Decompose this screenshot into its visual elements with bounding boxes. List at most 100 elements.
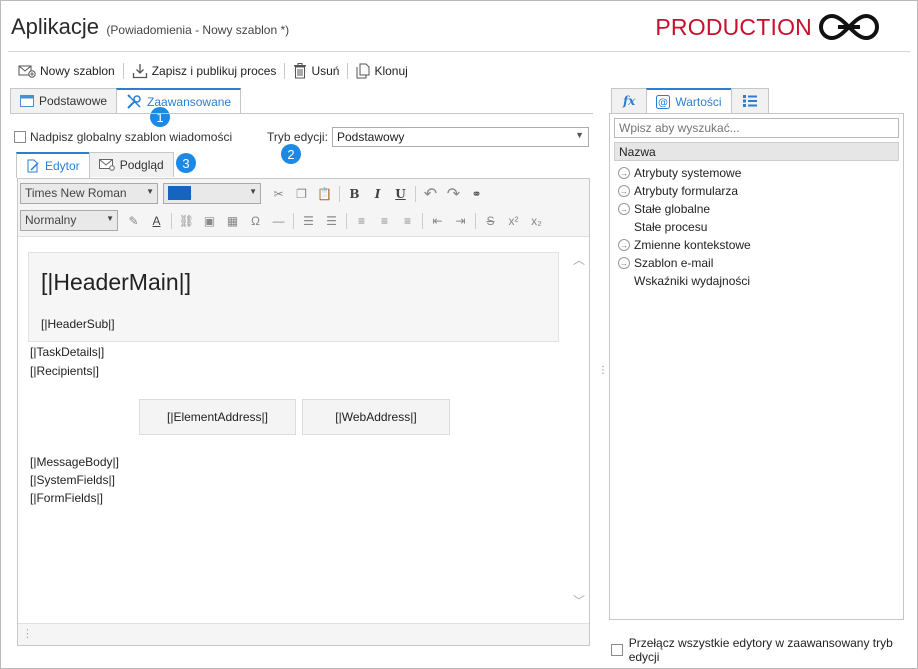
font-color-icon[interactable]: A [145, 211, 168, 231]
new-mail-icon [18, 65, 36, 78]
fx-icon: fx [623, 94, 636, 108]
chevron-down-icon: ▼ [146, 187, 154, 196]
new-template-label: Nowy szablon [40, 64, 115, 78]
copy-icon[interactable]: ❐ [290, 184, 313, 204]
insert-image-icon[interactable]: ▣ [198, 211, 221, 231]
find-binoculars-icon[interactable]: ⚭ [465, 184, 488, 204]
app-subtitle: (Powiadomienia - Nowy szablon *) [106, 23, 290, 37]
expand-arrow-icon[interactable]: → [618, 239, 630, 251]
expand-arrow-icon[interactable]: → [618, 257, 630, 269]
toolbar-separator [415, 186, 416, 202]
chevron-down-icon: ▼ [575, 130, 584, 140]
editor-scrollbar[interactable]: ︿ ﹀ [569, 237, 589, 623]
clone-label: Klonuj [374, 64, 408, 78]
bullet-list-icon[interactable]: ☰ [320, 211, 343, 231]
values-tree: → Atrybuty systemowe → Atrybuty formularza →… [618, 164, 751, 290]
window-title: Aplikacje (Powiadomienia - Nowy szablon … [11, 14, 289, 40]
undo-icon[interactable]: ↶ [419, 184, 442, 204]
clone-button[interactable]: Klonuj [352, 63, 411, 79]
delete-label: Usuń [311, 64, 340, 78]
toolbar-separator [475, 213, 476, 229]
tools-icon [127, 94, 141, 109]
mail-preview-icon [98, 159, 115, 171]
system-fields-placeholder: [|SystemFields|] [30, 473, 115, 487]
expand-arrow-icon[interactable]: → [618, 167, 630, 179]
paragraph-style-select[interactable]: Normalny ▼ [20, 210, 118, 231]
redo-icon[interactable]: ↷ [442, 184, 465, 204]
expand-arrow-icon[interactable]: → [618, 185, 630, 197]
values-tree-item[interactable]: → Stałe globalne [618, 200, 751, 218]
values-tree-item[interactable]: → Szablon e-mail [618, 254, 751, 272]
values-tree-item[interactable]: → Atrybuty formularza [618, 182, 751, 200]
delete-button[interactable]: Usuń [289, 63, 343, 79]
insert-link-icon[interactable]: ⛓ [175, 211, 198, 231]
underline-icon[interactable]: U [389, 184, 412, 204]
values-search-input[interactable] [614, 118, 899, 138]
tab-functions[interactable]: fx [611, 88, 648, 113]
tab-list[interactable] [730, 88, 769, 113]
rich-text-editor: Times New Roman ▼ 12pt ▼ ✂ ❐ 📋 B I U ↶ ↷… [17, 178, 590, 646]
expand-arrow-icon[interactable]: → [618, 203, 630, 215]
align-center-icon[interactable]: ≡ [373, 211, 396, 231]
toggle-all-editors-checkbox[interactable] [611, 644, 623, 656]
override-checkbox[interactable] [14, 131, 26, 143]
values-tree-item[interactable]: Wskaźniki wydajności [618, 272, 751, 290]
font-family-select[interactable]: Times New Roman ▼ [20, 183, 158, 204]
scroll-down-icon[interactable]: ﹀ [573, 592, 585, 609]
italic-icon[interactable]: I [366, 184, 389, 204]
values-tree-item-label: Atrybuty systemowe [634, 166, 742, 180]
window-icon [20, 95, 34, 107]
paste-icon[interactable]: 📋 [313, 184, 336, 204]
special-char-icon[interactable]: Ω [244, 211, 267, 231]
step-badge-2: 2 [281, 144, 301, 164]
title-divider [8, 51, 910, 52]
tab-editor[interactable]: Edytor [16, 152, 90, 178]
values-column-header[interactable]: Nazwa [614, 142, 899, 161]
edit-mode-select[interactable]: Podstawowy ▼ [332, 127, 589, 147]
strikethrough-icon[interactable]: S [479, 211, 502, 231]
insert-table-icon[interactable]: ▦ [221, 211, 244, 231]
tab-advanced[interactable]: Zaawansowane [116, 88, 242, 114]
font-size-select[interactable]: 12pt ▼ [163, 183, 261, 204]
editor-statusbar: ⋮ [18, 623, 589, 645]
override-option[interactable]: Nadpisz globalny szablon wiadomości [14, 130, 232, 144]
cut-icon[interactable]: ✂ [267, 184, 290, 204]
tab-basic[interactable]: Podstawowe [10, 88, 118, 113]
edit-mode-label: Tryb edycji: [267, 130, 328, 144]
font-size-value: 12pt [168, 186, 192, 200]
recipients-placeholder: [|Recipients|] [30, 364, 99, 378]
bold-icon[interactable]: B [343, 184, 366, 204]
resize-grip-icon[interactable]: ⋮ [22, 627, 33, 640]
horizontal-rule-icon[interactable]: — [267, 211, 290, 231]
indent-icon[interactable]: ⇥ [449, 211, 472, 231]
values-tree-item-label: Wskaźniki wydajności [634, 274, 751, 288]
align-left-icon[interactable]: ≡ [350, 211, 373, 231]
at-sign-icon: @ [656, 95, 671, 109]
highlight-pen-icon[interactable]: ✎ [122, 211, 145, 231]
superscript-icon[interactable]: x² [502, 211, 525, 231]
save-publish-label: Zapisz i publikuj proces [151, 64, 277, 78]
toolbar-separator [339, 186, 340, 202]
toolbar-separator [171, 213, 172, 229]
copy-document-icon [356, 63, 370, 79]
toggle-all-editors-option[interactable]: Przełącz wszystkie edytory w zaawansowan… [611, 636, 918, 664]
new-template-button[interactable]: Nowy szablon [14, 64, 119, 78]
tab-values[interactable]: @ Wartości [646, 88, 732, 114]
tab-preview[interactable]: Podgląd [88, 152, 174, 177]
element-address-block: [|ElementAddress|] [139, 399, 296, 435]
edit-document-icon [27, 159, 39, 173]
numbered-list-icon[interactable]: ☰ [297, 211, 320, 231]
editor-content[interactable]: [|HeaderMain|] [|HeaderSub|] [|TaskDetai… [18, 237, 570, 623]
tab-values-label: Wartości [675, 95, 722, 109]
outdent-icon[interactable]: ⇤ [426, 211, 449, 231]
save-publish-button[interactable]: Zapisz i publikuj proces [128, 63, 281, 79]
editor-toolbar-row-1: ✂ ❐ 📋 B I U ↶ ↷ ⚭ [267, 184, 488, 204]
element-address-placeholder: [|ElementAddress|] [167, 410, 268, 424]
values-tree-item[interactable]: → Atrybuty systemowe [618, 164, 751, 182]
panel-splitter-handle[interactable]: ⋮ [598, 365, 608, 376]
values-tree-item[interactable]: → Zmienne kontekstowe [618, 236, 751, 254]
values-tree-item[interactable]: Stałe procesu [618, 218, 751, 236]
scroll-up-icon[interactable]: ︿ [573, 251, 585, 268]
align-right-icon[interactable]: ≡ [396, 211, 419, 231]
subscript-icon[interactable]: x₂ [525, 211, 548, 231]
